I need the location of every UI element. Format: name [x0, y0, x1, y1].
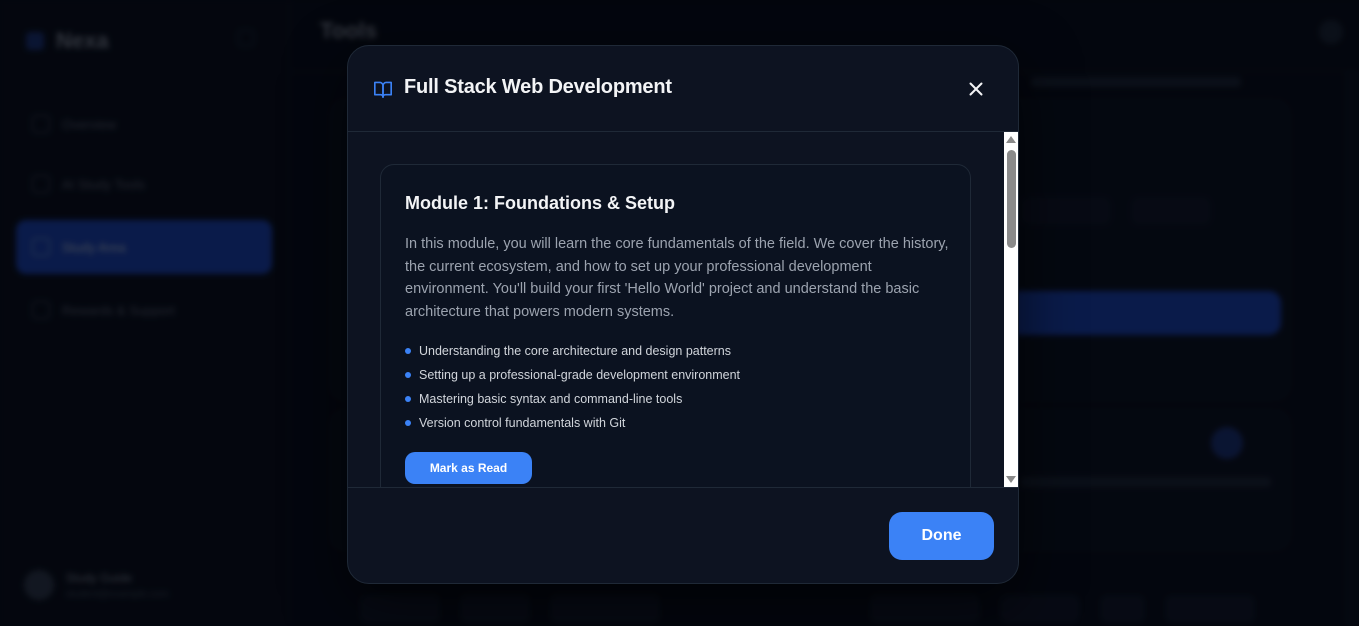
close-button[interactable]	[965, 80, 987, 102]
done-button[interactable]: Done	[889, 512, 994, 560]
topic-text: Understanding the core architecture and …	[419, 344, 731, 358]
modal-title: Full Stack Web Development	[404, 76, 672, 98]
mark-as-read-button[interactable]: Mark as Read	[405, 452, 532, 484]
bullet-icon	[405, 420, 411, 426]
list-item: Setting up a professional-grade developm…	[405, 363, 740, 387]
scroll-up-icon[interactable]	[1006, 136, 1016, 143]
modal-body[interactable]: Module 1: Foundations & Setup In this mo…	[348, 132, 1004, 487]
scroll-down-icon[interactable]	[1006, 476, 1016, 483]
topic-text: Version control fundamentals with Git	[419, 416, 626, 430]
bullet-icon	[405, 396, 411, 402]
bullet-icon	[405, 372, 411, 378]
topic-text: Setting up a professional-grade developm…	[419, 368, 741, 382]
scrollbar-thumb[interactable]	[1007, 150, 1016, 248]
module-title: Module 1: Foundations & Setup	[405, 193, 675, 213]
modal-footer: Done	[348, 487, 1018, 583]
close-icon	[969, 82, 983, 101]
module-topics: Understanding the core architecture and …	[405, 339, 740, 435]
modal-header: Full Stack Web Development	[348, 46, 1018, 132]
bullet-icon	[405, 348, 411, 354]
list-item: Understanding the core architecture and …	[405, 339, 740, 363]
module-description: In this module, you will learn the core …	[405, 236, 949, 321]
list-item: Version control fundamentals with Git	[405, 411, 740, 435]
modal-scrollbar[interactable]	[1004, 132, 1018, 487]
list-item: Mastering basic syntax and command-line …	[405, 387, 740, 411]
module-card: Module 1: Foundations & Setup In this mo…	[380, 164, 971, 487]
book-open-icon	[373, 80, 393, 98]
topic-text: Mastering basic syntax and command-line …	[419, 392, 683, 406]
course-modal: Full Stack Web Development Module 1: Fou…	[347, 45, 1019, 584]
